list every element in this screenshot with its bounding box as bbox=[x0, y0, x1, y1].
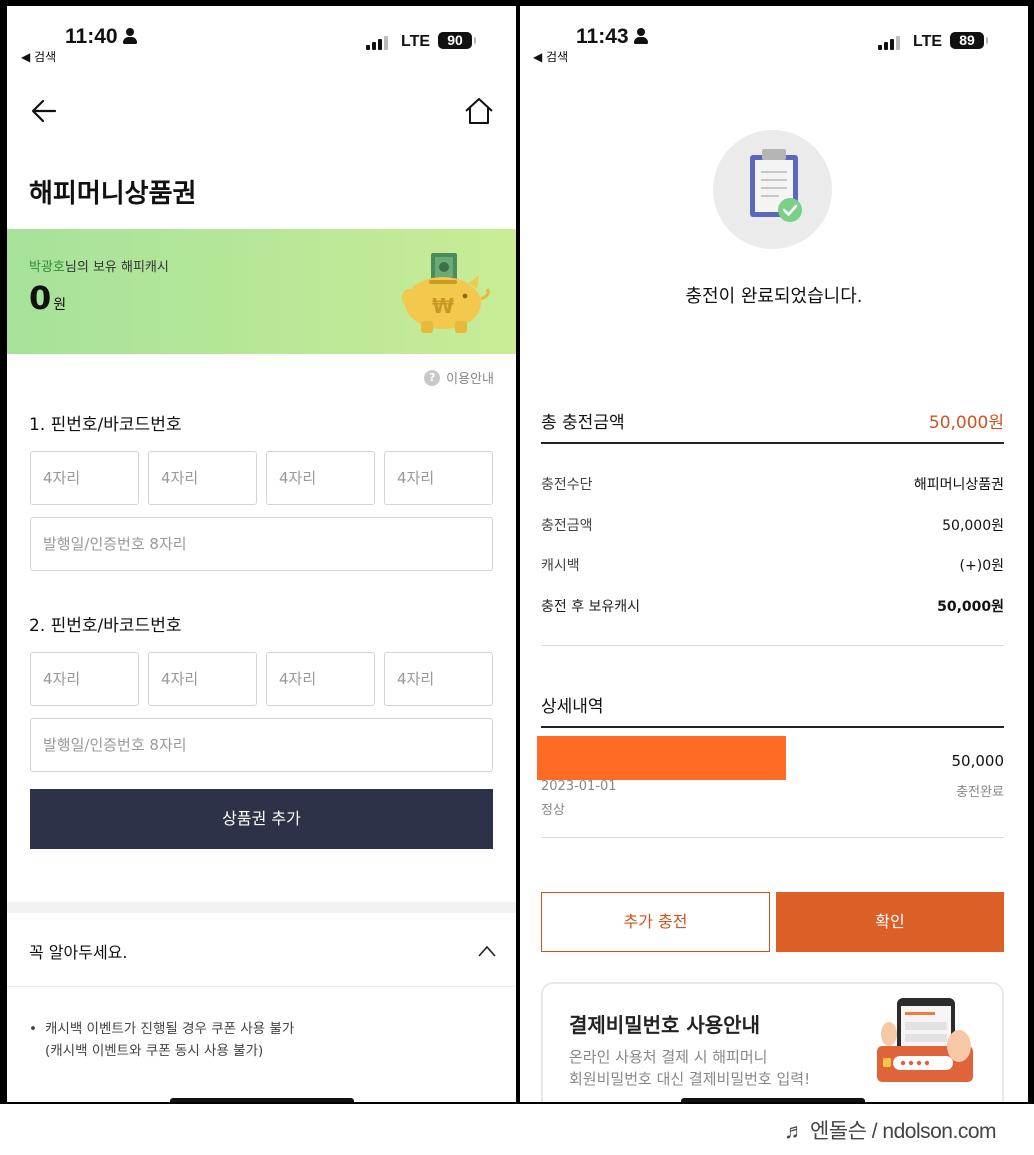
owner-suffix: 님의 보유 해피캐시 bbox=[64, 260, 169, 275]
detail-value: 해피머니상품권 bbox=[913, 477, 1004, 493]
detail-row-method: 충전수단 해피머니상품권 bbox=[541, 474, 1004, 494]
detail-label: 충전금액 bbox=[541, 518, 593, 534]
page-title: 해피머니상품권 bbox=[29, 179, 197, 209]
section-divider bbox=[7, 902, 516, 913]
history-state: 정상 bbox=[541, 803, 565, 818]
notice-title: 꼭 알아두세요. bbox=[29, 943, 128, 962]
signal-icon bbox=[366, 36, 388, 50]
network-label: LTE bbox=[913, 33, 943, 50]
history-title: 상세내역 bbox=[541, 697, 604, 717]
history-divider bbox=[541, 726, 1004, 728]
history-amount: 50,000 bbox=[951, 752, 1005, 770]
pin-group-1-inputs: 4자리 4자리 4자리 4자리 bbox=[30, 451, 493, 505]
watermark-text: ♬ 엔돌슨 / ndolson.com bbox=[784, 1120, 996, 1143]
pin-input-1-3[interactable]: 4자리 bbox=[266, 451, 375, 505]
status-time: 11:43 bbox=[576, 25, 648, 49]
add-voucher-button[interactable]: 상품권 추가 bbox=[30, 789, 493, 849]
redacted-pin-block bbox=[537, 736, 786, 780]
back-to-search-link[interactable]: ◀ 검색 bbox=[21, 48, 56, 65]
left-phone-screen: 11:40 ◀ 검색 LTE 90 해피머니상품권 박광호님의 보유 해피캐시 … bbox=[7, 6, 516, 1102]
network-label: LTE bbox=[401, 33, 431, 50]
issue-date-input-2[interactable]: 발행일/인증번호 8자리 bbox=[30, 718, 493, 772]
history-date: 2023-01-01 bbox=[541, 779, 617, 794]
pin-input-2-1[interactable]: 4자리 bbox=[30, 652, 139, 706]
clipboard-check-icon bbox=[750, 149, 802, 222]
question-icon: ? bbox=[424, 369, 441, 386]
notice-line-1: 캐시백 이벤트가 진행될 경우 쿠폰 사용 불가 bbox=[45, 1021, 295, 1037]
usage-guide-link[interactable]: ? 이용안내 bbox=[424, 368, 494, 387]
chevron-up-icon[interactable] bbox=[477, 944, 497, 958]
cash-balance: 0원 bbox=[29, 279, 66, 317]
home-indicator bbox=[170, 1098, 354, 1102]
home-icon[interactable] bbox=[463, 96, 495, 126]
person-icon bbox=[122, 28, 137, 44]
cash-owner-text: 박광호님의 보유 해피캐시 bbox=[29, 256, 169, 275]
person-icon bbox=[633, 28, 648, 44]
detail-row-amount: 충전금액 50,000원 bbox=[541, 515, 1004, 535]
complete-message: 충전이 완료되었습니다. bbox=[685, 286, 863, 307]
notice-line-2: (캐시백 이벤트와 쿠폰 동시 사용 불가) bbox=[45, 1043, 264, 1059]
back-to-search-link[interactable]: ◀ 검색 bbox=[533, 48, 568, 65]
detail-row-balance-after: 충전 후 보유캐시 50,000원 bbox=[541, 596, 1004, 616]
usage-guide-label: 이용안내 bbox=[446, 372, 494, 387]
history-bottom-divider bbox=[541, 837, 1004, 838]
info-card-title: 결제비밀번호 사용안내 bbox=[569, 1013, 760, 1037]
total-charge-value: 50,000원 bbox=[928, 413, 1004, 433]
confirm-button[interactable]: 확인 bbox=[776, 892, 1004, 952]
detail-row-cashback: 캐시백 (+)0원 bbox=[541, 555, 1004, 575]
piggy-bank-icon: ₩ bbox=[402, 253, 490, 333]
notice-divider bbox=[7, 986, 516, 987]
svg-text:₩: ₩ bbox=[432, 294, 454, 318]
pin-input-2-2[interactable]: 4자리 bbox=[148, 652, 257, 706]
pin-input-1-4[interactable]: 4자리 bbox=[384, 451, 493, 505]
info-card-description: 온라인 사용처 결제 시 해피머니 회원비밀번호 대신 결제비밀번호 입력! bbox=[569, 1046, 810, 1090]
additional-charge-button[interactable]: 추가 충전 bbox=[541, 892, 770, 952]
detail-label: 충전 후 보유캐시 bbox=[541, 599, 641, 615]
issue-date-input-1[interactable]: 발행일/인증번호 8자리 bbox=[30, 517, 493, 571]
pin-group-1-label: 1. 핀번호/바코드번호 bbox=[29, 415, 182, 435]
battery-icon: 90 bbox=[438, 32, 476, 49]
info-line-1: 온라인 사용처 결제 시 해피머니 bbox=[569, 1048, 768, 1066]
status-time: 11:40 bbox=[65, 25, 137, 49]
happy-cash-banner: 박광호님의 보유 해피캐시 0원 ₩ bbox=[7, 229, 516, 354]
signal-icon bbox=[878, 36, 900, 50]
pin-input-1-2[interactable]: 4자리 bbox=[148, 451, 257, 505]
cash-amount-value: 0 bbox=[29, 279, 52, 317]
total-charge-label: 총 충전금액 bbox=[541, 413, 625, 433]
info-line-2: 회원비밀번호 대신 결제비밀번호 입력! bbox=[569, 1070, 811, 1088]
pin-group-2-label: 2. 핀번호/바코드번호 bbox=[29, 616, 182, 636]
phone-password-icon bbox=[877, 998, 973, 1082]
bullet: • bbox=[29, 1021, 37, 1037]
home-indicator bbox=[681, 1098, 865, 1102]
details-divider bbox=[541, 645, 1004, 646]
history-status: 충전완료 bbox=[956, 785, 1004, 800]
right-phone-screen: 11:43 ◀ 검색 LTE 89 충전이 완료되었습니다. 총 충전금액 50… bbox=[520, 6, 1028, 1102]
detail-label: 충전수단 bbox=[541, 477, 593, 493]
back-arrow-icon[interactable] bbox=[29, 96, 59, 126]
detail-value: (+)0원 bbox=[959, 558, 1004, 574]
cash-unit: 원 bbox=[53, 297, 67, 313]
detail-value: 50,000원 bbox=[937, 599, 1004, 615]
pin-input-1-1[interactable]: 4자리 bbox=[30, 451, 139, 505]
pin-input-2-4[interactable]: 4자리 bbox=[384, 652, 493, 706]
total-divider bbox=[541, 442, 1004, 444]
battery-icon: 89 bbox=[950, 32, 988, 49]
owner-name: 박광호 bbox=[29, 260, 65, 275]
pin-group-2-inputs: 4자리 4자리 4자리 4자리 bbox=[30, 652, 493, 706]
notice-list-item: • 캐시백 이벤트가 진행될 경우 쿠폰 사용 불가 (캐시백 이벤트와 쿠폰 동… bbox=[29, 1018, 294, 1062]
pin-input-2-3[interactable]: 4자리 bbox=[266, 652, 375, 706]
detail-label: 캐시백 bbox=[541, 558, 580, 574]
payment-password-info-card[interactable]: 결제비밀번호 사용안내 온라인 사용처 결제 시 해피머니 회원비밀번호 대신 … bbox=[541, 982, 1004, 1102]
detail-value: 50,000원 bbox=[942, 518, 1004, 534]
